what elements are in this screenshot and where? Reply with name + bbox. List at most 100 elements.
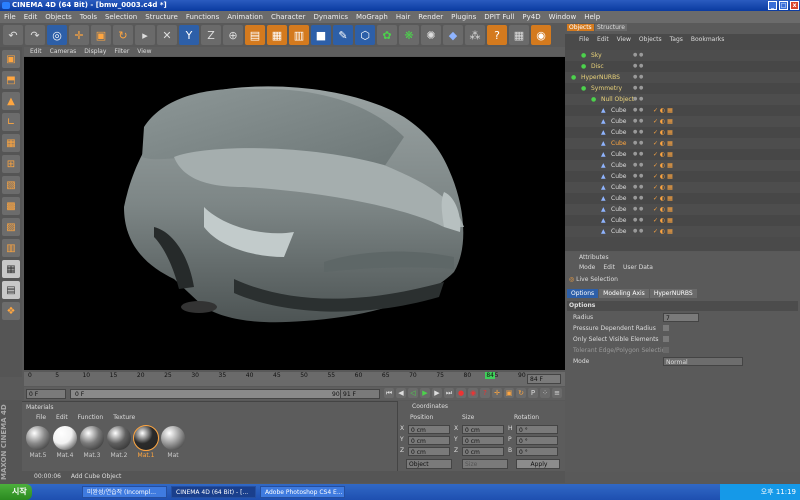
material-swatch[interactable] <box>107 426 131 450</box>
scene-icon[interactable]: ✺ <box>421 25 441 45</box>
maximize-button[interactable]: □ <box>779 1 788 10</box>
menu-item-render[interactable]: Render <box>418 11 443 23</box>
menu-item-character[interactable]: Character <box>271 11 306 23</box>
size-mode-select[interactable]: Size <box>462 459 508 469</box>
menu-item-tools[interactable]: Tools <box>80 11 97 23</box>
array-icon[interactable]: ✿ <box>377 25 397 45</box>
object-row[interactable]: ▲ Cube ● ● ✓ ◐ ▦ <box>565 160 800 171</box>
use-object-mode-icon[interactable]: ⬒ <box>2 71 20 89</box>
visibility-dots-icon[interactable]: ● ● <box>633 61 643 72</box>
help-icon[interactable]: ? <box>487 25 507 45</box>
viewport-menu-filter[interactable]: Filter <box>114 47 129 56</box>
object-menu-file[interactable]: File <box>579 36 589 43</box>
object-row[interactable]: ● Disc ● ● <box>565 61 800 72</box>
size-field[interactable]: 0 cm <box>462 447 504 456</box>
visibility-dots-icon[interactable]: ● ● <box>633 160 643 171</box>
object-menu-edit[interactable]: Edit <box>597 36 609 43</box>
pressure-checkbox[interactable] <box>663 325 669 331</box>
object-row[interactable]: ▲ Cube ● ● ✓ ◐ ▦ <box>565 226 800 237</box>
object-row[interactable]: ▲ Cube ● ● ✓ ◐ ▦ <box>565 182 800 193</box>
scale-key-icon[interactable]: ▣ <box>504 388 514 398</box>
menu-item-functions[interactable]: Functions <box>186 11 219 23</box>
play-backward-icon[interactable]: ◁ <box>408 388 418 398</box>
attribute-tab-hypernurbs[interactable]: HyperNURBS <box>649 289 697 298</box>
close-button[interactable]: x <box>790 1 799 10</box>
points-mode-icon[interactable]: ⊞ <box>2 155 20 173</box>
attributes-menu-mode[interactable]: Mode <box>579 264 595 271</box>
tab-objects[interactable]: Objects <box>567 24 594 31</box>
materials-menu-texture[interactable]: Texture <box>113 414 135 421</box>
object-menu-tags[interactable]: Tags <box>670 36 683 43</box>
visibility-dots-icon[interactable]: ● ● <box>633 50 643 61</box>
keyframe-selection-icon[interactable]: ? <box>480 388 490 398</box>
task-photoshop[interactable]: Adobe Photoshop CS4 E... <box>260 486 345 498</box>
use-axis-icon[interactable]: ∟ <box>2 113 20 131</box>
visibility-dots-icon[interactable]: ● ● <box>633 138 643 149</box>
bodypaint-icon[interactable]: ◉ <box>531 25 551 45</box>
object-row[interactable]: ▲ Cube ● ● ✓ ◐ ▦ <box>565 127 800 138</box>
visibility-dots-icon[interactable]: ● ● <box>633 83 643 94</box>
frame-range-slider[interactable]: 0 F 90 F <box>70 389 350 399</box>
perspective-viewport[interactable] <box>24 57 565 370</box>
visibility-dots-icon[interactable]: ● ● <box>633 193 643 204</box>
radius-field[interactable]: 7 <box>663 313 699 322</box>
material-swatch[interactable] <box>53 426 77 450</box>
layout-icon[interactable]: ▦ <box>509 25 529 45</box>
visibility-dots-icon[interactable]: ● ● <box>633 94 643 105</box>
plugin-icon[interactable]: ▤ <box>2 281 20 299</box>
mode-select[interactable]: Normal <box>663 357 743 366</box>
object-row[interactable]: ● Symmetry ● ● <box>565 83 800 94</box>
visibility-dots-icon[interactable]: ● ● <box>633 215 643 226</box>
go-to-end-icon[interactable]: ⏭ <box>444 388 454 398</box>
deformer-icon[interactable]: ❋ <box>399 25 419 45</box>
task-incomplete-work[interactable]: 미완성/연습작 (Incompl... <box>82 486 167 498</box>
visibility-dots-icon[interactable]: ● ● <box>633 116 643 127</box>
go-to-start-icon[interactable]: ⏮ <box>384 388 394 398</box>
coordinate-system-icon[interactable]: ⊕ <box>223 25 243 45</box>
use-texture-mode-icon[interactable]: ▲ <box>2 92 20 110</box>
next-key-icon[interactable]: ▶ <box>432 388 442 398</box>
current-frame-field[interactable]: 84 F <box>527 374 561 384</box>
snap-icon[interactable]: ▦ <box>2 260 20 278</box>
viewport-menu-cameras[interactable]: Cameras <box>50 47 77 56</box>
record-icon[interactable]: ● <box>456 388 466 398</box>
menu-item-selection[interactable]: Selection <box>105 11 137 23</box>
position-field[interactable]: 0 cm <box>408 425 450 434</box>
material-swatch[interactable] <box>26 426 50 450</box>
object-row[interactable]: ▲ Cube ● ● ✓ ◐ ▦ <box>565 204 800 215</box>
position-key-icon[interactable]: ✛ <box>492 388 502 398</box>
attribute-tab-modeling-axis[interactable]: Modeling Axis <box>599 289 649 298</box>
x-axis-icon[interactable]: ✕ <box>157 25 177 45</box>
rotate-icon[interactable]: ↻ <box>113 25 133 45</box>
light-icon[interactable]: ⁂ <box>465 25 485 45</box>
viewport-menu-view[interactable]: View <box>137 47 151 56</box>
object-menu-view[interactable]: View <box>617 36 631 43</box>
pen-spline-icon[interactable]: ✎ <box>333 25 353 45</box>
object-row[interactable]: ▲ Cube ● ● ✓ ◐ ▦ <box>565 138 800 149</box>
visibility-dots-icon[interactable]: ● ● <box>633 226 643 237</box>
visibility-dots-icon[interactable]: ● ● <box>633 182 643 193</box>
redo-icon[interactable]: ↷ <box>25 25 45 45</box>
start-frame-field[interactable]: 0 F <box>26 389 66 399</box>
menu-item-hair[interactable]: Hair <box>396 11 410 23</box>
use-model-mode-icon[interactable]: ▣ <box>2 50 20 68</box>
visibility-dots-icon[interactable]: ● ● <box>633 171 643 182</box>
materials-menu-function[interactable]: Function <box>78 414 104 421</box>
material-swatch[interactable] <box>80 426 104 450</box>
autokey-icon[interactable]: ◉ <box>468 388 478 398</box>
edges-mode-icon[interactable]: ▧ <box>2 176 20 194</box>
minimize-button[interactable]: _ <box>768 1 777 10</box>
workplane-icon[interactable]: ▨ <box>2 218 20 236</box>
render-view-icon[interactable]: ▤ <box>245 25 265 45</box>
menu-item-structure[interactable]: Structure <box>145 11 178 23</box>
y-axis-icon[interactable]: Y <box>179 25 199 45</box>
viewport-menu-edit[interactable]: Edit <box>30 47 42 56</box>
attributes-menu-user-data[interactable]: User Data <box>623 264 653 271</box>
scale-icon[interactable]: ▣ <box>91 25 111 45</box>
material-swatch[interactable] <box>133 425 159 451</box>
menu-item-plugins[interactable]: Plugins <box>451 11 476 23</box>
object-row[interactable]: ● Sky ● ● <box>565 50 800 61</box>
attribute-tab-options[interactable]: Options <box>567 289 599 298</box>
materials-menu-edit[interactable]: Edit <box>56 414 68 421</box>
visibility-dots-icon[interactable]: ● ● <box>633 105 643 116</box>
